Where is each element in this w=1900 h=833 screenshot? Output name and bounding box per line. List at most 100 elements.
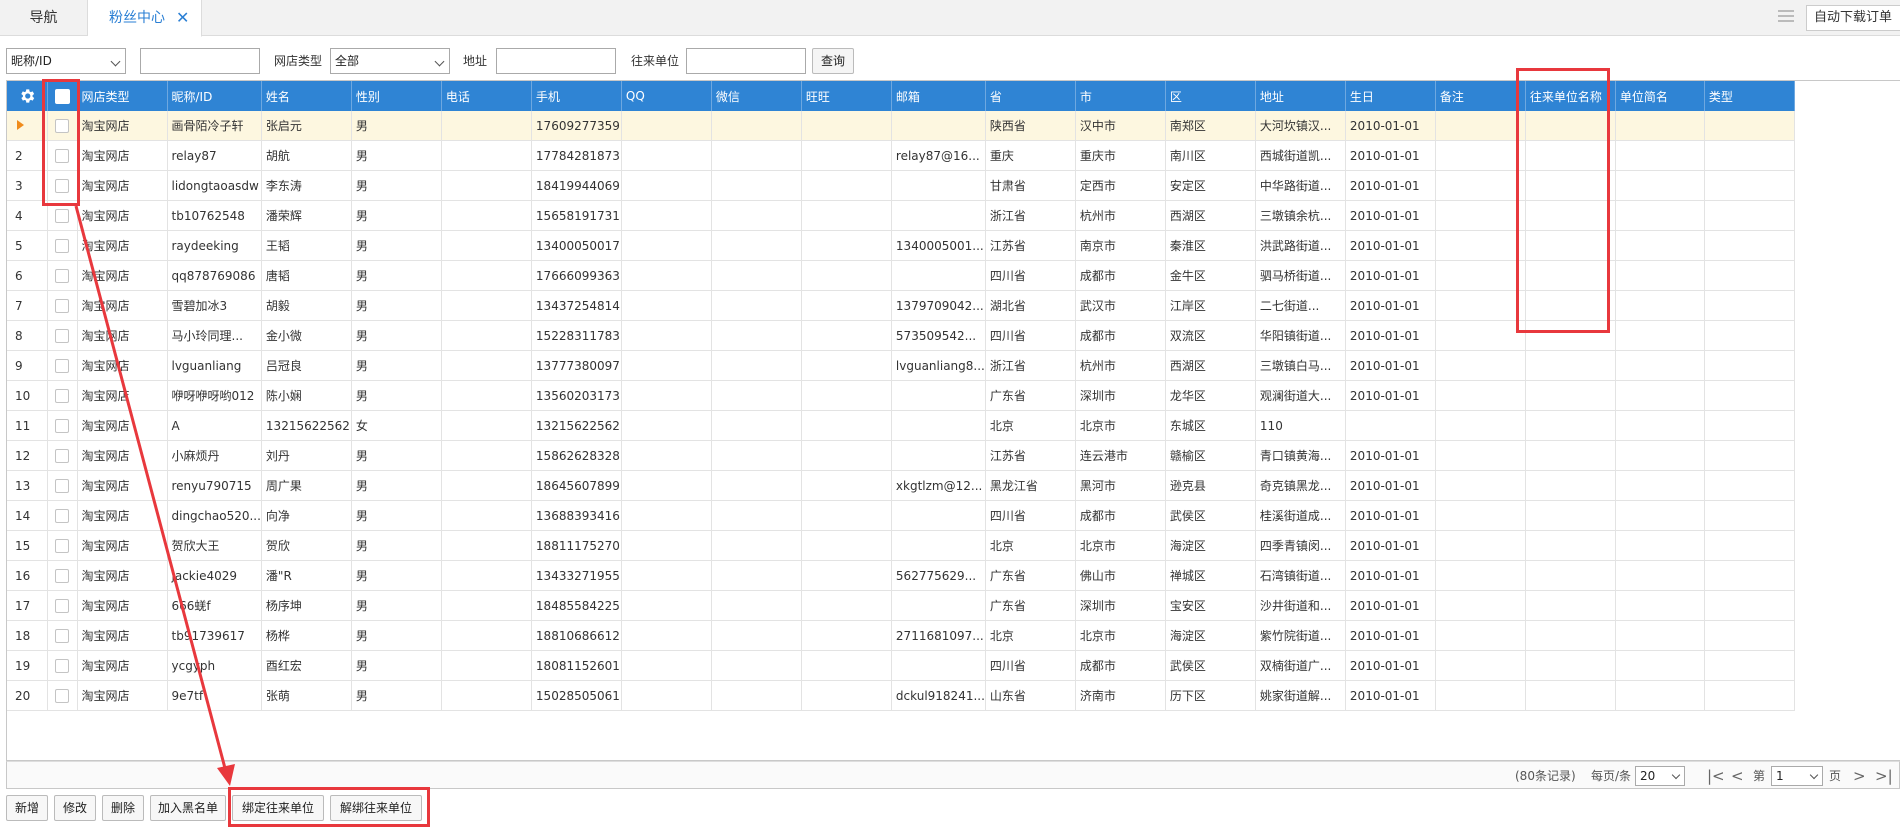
search-field-select[interactable]: 昵称/ID bbox=[6, 48, 126, 74]
delete-button[interactable]: 删除 bbox=[102, 795, 144, 821]
table-cell: 男 bbox=[351, 230, 442, 261]
table-cell: 淘宝网店 bbox=[77, 320, 168, 351]
table-row[interactable]: 10 淘宝网店 咿呀咿呀哟012 陈小娴男 13560203173 广东省 深圳市 龙华区 观澜… bbox=[7, 380, 1795, 411]
table-cell: lvguanliang bbox=[167, 350, 262, 381]
table-cell: 浙江省 bbox=[985, 350, 1076, 381]
row-checkbox[interactable] bbox=[47, 230, 78, 261]
per-page-select[interactable]: 20 bbox=[1635, 766, 1685, 786]
table-cell bbox=[711, 650, 802, 681]
row-checkbox[interactable] bbox=[47, 200, 78, 231]
chevron-down-icon bbox=[434, 56, 445, 67]
column-settings[interactable] bbox=[7, 81, 48, 111]
tab-navigation[interactable]: 导航 bbox=[0, 0, 88, 36]
column-header[interactable]: 微信 bbox=[711, 81, 802, 111]
partner-input[interactable] bbox=[686, 48, 806, 74]
row-checkbox[interactable] bbox=[47, 590, 78, 621]
add-to-blacklist-button[interactable]: 加入黑名单 bbox=[150, 795, 226, 821]
table-row[interactable]: 9 淘宝网店 lvguanliang 吕冠良男 13777380097 lvguanlia… bbox=[7, 350, 1795, 381]
column-header[interactable]: 邮箱 bbox=[891, 81, 986, 111]
column-header[interactable]: 性别 bbox=[351, 81, 442, 111]
table-row[interactable]: 17 淘宝网店 666蜣f 杨序坤男 18485584225 广东省 深圳市 宝安区 沙井街道和… bbox=[7, 590, 1795, 621]
list-icon[interactable] bbox=[1778, 10, 1794, 24]
page-number-input[interactable]: 1 bbox=[1771, 766, 1823, 786]
column-header[interactable]: 单位简名 bbox=[1615, 81, 1705, 111]
row-checkbox[interactable] bbox=[47, 440, 78, 471]
table-row[interactable]: 7 淘宝网店 雪碧加冰3 胡毅男 13437254814 1379709042... 湖北省… bbox=[7, 290, 1795, 321]
table-row[interactable]: 3 淘宝网店 lidongtaoasdw 李东涛男 18419944069 甘肃省 定西市安… bbox=[7, 170, 1795, 201]
shop-type-select[interactable]: 全部 bbox=[330, 48, 450, 74]
table-cell bbox=[1435, 200, 1526, 231]
row-checkbox[interactable] bbox=[47, 410, 78, 441]
table-row[interactable]: 5 淘宝网店 raydeeking 王韬男 13400050017 1340005001.… bbox=[7, 230, 1795, 261]
row-checkbox[interactable] bbox=[47, 380, 78, 411]
table-row[interactable]: 4 淘宝网店 tb10762548 潘荣辉男 15658191731 浙江省 杭州市 西湖区三… bbox=[7, 200, 1795, 231]
last-page-icon[interactable]: >| bbox=[1875, 762, 1893, 790]
row-checkbox[interactable] bbox=[47, 140, 78, 171]
column-header[interactable]: 备注 bbox=[1435, 81, 1526, 111]
column-header[interactable]: 姓名 bbox=[261, 81, 352, 111]
gear-icon[interactable] bbox=[18, 87, 36, 105]
column-header[interactable]: 省 bbox=[985, 81, 1076, 111]
tab-close-icon[interactable]: ✕ bbox=[176, 0, 189, 36]
table-row[interactable]: 6 淘宝网店 qq878769086 唐韬男 17666099363 四川省 成都市 金牛区驷… bbox=[7, 260, 1795, 291]
row-checkbox[interactable] bbox=[47, 470, 78, 501]
row-checkbox[interactable] bbox=[47, 500, 78, 531]
column-header[interactable]: 电话 bbox=[441, 81, 532, 111]
row-checkbox[interactable] bbox=[47, 650, 78, 681]
table-cell bbox=[441, 590, 532, 621]
table-row[interactable]: 19 淘宝网店 ycgyph 酉红宏男 18081152601 四川省 成都市 武侯区 双楠街道… bbox=[7, 650, 1795, 681]
table-row[interactable]: 20 淘宝网店 9e7tf 张萌男 15028505061 dckul918241... 山… bbox=[7, 680, 1795, 711]
column-header[interactable]: 旺旺 bbox=[801, 81, 892, 111]
column-header[interactable]: 类型 bbox=[1704, 81, 1795, 111]
table-cell bbox=[1525, 230, 1616, 261]
next-page-icon[interactable]: > bbox=[1853, 762, 1866, 790]
row-checkbox[interactable] bbox=[47, 560, 78, 591]
edit-button[interactable]: 修改 bbox=[54, 795, 96, 821]
column-header[interactable]: 生日 bbox=[1345, 81, 1436, 111]
address-input[interactable] bbox=[496, 48, 616, 74]
keyword-input[interactable] bbox=[140, 48, 260, 74]
row-checkbox[interactable] bbox=[47, 111, 78, 141]
table-row[interactable]: 15 淘宝网店 贺欣大王 贺欣男 18811175270 北京 北京市 海淀区 四季青镇闵...… bbox=[7, 530, 1795, 561]
table-cell: 110 bbox=[1255, 410, 1346, 441]
row-checkbox[interactable] bbox=[47, 290, 78, 321]
select-all-checkbox[interactable] bbox=[47, 81, 78, 111]
table-cell bbox=[801, 350, 892, 381]
table-cell: 贺欣大王 bbox=[167, 530, 262, 561]
row-checkbox[interactable] bbox=[47, 350, 78, 381]
table-row[interactable]: 12 淘宝网店 小麻烦丹 刘丹男 15862628328 江苏省 连云港市 赣榆区 青口镇黄海.… bbox=[7, 440, 1795, 471]
column-header[interactable]: 往来单位名称 bbox=[1525, 81, 1616, 111]
column-header[interactable]: 昵称/ID bbox=[167, 81, 262, 111]
table-row[interactable]: 淘宝网店 画骨陌冷子轩 张启元男 17609277359 陕西省 汉中市 南郑区 大河坎镇汉.… bbox=[7, 111, 1795, 141]
table-row[interactable]: 11 淘宝网店 A 13215622562 女 13215622562 北京 北京市 东城区 11… bbox=[7, 410, 1795, 441]
table-row[interactable]: 13 淘宝网店 renyu790715 周广果男 18645607899 xkgtlzm@… bbox=[7, 470, 1795, 501]
table-row[interactable]: 18 淘宝网店 tb91739617 杨桦男 18810686612 2711681097… bbox=[7, 620, 1795, 651]
add-button[interactable]: 新增 bbox=[6, 795, 48, 821]
column-header[interactable]: 地址 bbox=[1255, 81, 1346, 111]
query-button[interactable]: 查询 bbox=[812, 48, 854, 74]
column-header[interactable]: 市 bbox=[1075, 81, 1166, 111]
auto-download-orders-button[interactable]: 自动下载订单 bbox=[1806, 5, 1900, 31]
table-row[interactable]: 8 淘宝网店 马小玲同理... 金小微男 15228311783 573509542...… bbox=[7, 320, 1795, 351]
column-header[interactable]: 手机 bbox=[531, 81, 622, 111]
table-cell bbox=[1615, 650, 1705, 681]
unbind-partner-button[interactable]: 解绑往来单位 bbox=[330, 795, 422, 821]
row-checkbox[interactable] bbox=[47, 530, 78, 561]
table-row[interactable]: 16 淘宝网店 jackie4029 潘"R 男 13433271955 562775629… bbox=[7, 560, 1795, 591]
column-header[interactable]: QQ bbox=[621, 81, 712, 111]
first-page-icon[interactable]: |< bbox=[1707, 762, 1725, 790]
row-checkbox[interactable] bbox=[47, 260, 78, 291]
column-header[interactable]: 区 bbox=[1165, 81, 1256, 111]
tab-fan-center[interactable]: 粉丝中心 ✕ bbox=[88, 0, 202, 37]
bind-partner-button[interactable]: 绑定往来单位 bbox=[232, 795, 324, 821]
prev-page-icon[interactable]: < bbox=[1731, 762, 1744, 790]
column-header[interactable]: 网店类型 bbox=[77, 81, 168, 111]
table-row[interactable]: 2 淘宝网店 relay87 胡航男 17784281873 relay87@16... 重… bbox=[7, 140, 1795, 171]
chevron-down-icon bbox=[1809, 770, 1819, 780]
row-checkbox[interactable] bbox=[47, 680, 78, 711]
row-checkbox[interactable] bbox=[47, 170, 78, 201]
row-checkbox[interactable] bbox=[47, 320, 78, 351]
row-checkbox[interactable] bbox=[47, 620, 78, 651]
table-cell: 2010-01-01 bbox=[1345, 320, 1436, 351]
table-row[interactable]: 14 淘宝网店 dingchao520... 向净男 13688393416 四川省 成都市… bbox=[7, 500, 1795, 531]
